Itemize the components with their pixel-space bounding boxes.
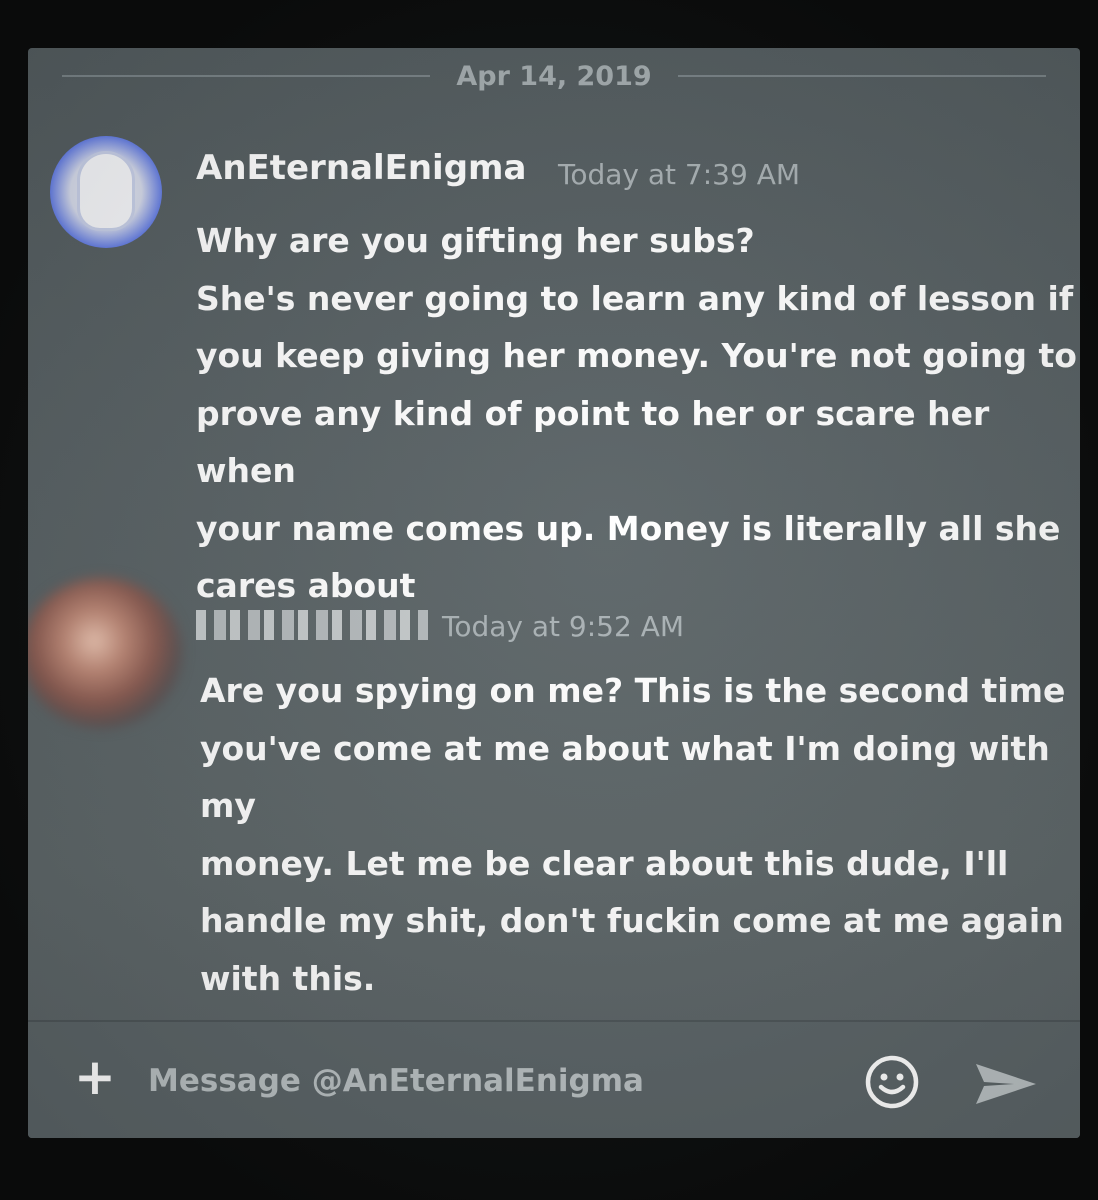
divider-date: Apr 14, 2019	[456, 60, 652, 92]
message-input[interactable]	[146, 1050, 830, 1112]
date-divider: Apr 14, 2019	[62, 56, 1047, 96]
chat-screen: Apr 14, 2019 AnEternalEnigma Today at 7:…	[28, 48, 1080, 1138]
message-timestamp: Today at 7:39 AM	[558, 158, 801, 191]
message-body: Are you spying on me? This is the second…	[200, 671, 1066, 998]
message-composer: +	[28, 1020, 1080, 1138]
smiley-icon[interactable]	[864, 1054, 920, 1110]
divider-line-right	[677, 75, 1047, 77]
message-timestamp: Today at 9:52 AM	[442, 610, 685, 643]
avatar-blurred[interactable]	[28, 578, 182, 728]
avatar[interactable]	[50, 136, 162, 248]
message-body: Why are you gifting her subs? She's neve…	[196, 221, 1077, 605]
send-arrow-icon[interactable]	[974, 1060, 1038, 1108]
message-author[interactable]: AnEternalEnigma	[196, 148, 526, 188]
plus-icon[interactable]: +	[70, 1052, 120, 1102]
redacted-username[interactable]	[196, 610, 428, 640]
divider-line-left	[62, 75, 431, 77]
avatar-figure	[80, 154, 132, 228]
